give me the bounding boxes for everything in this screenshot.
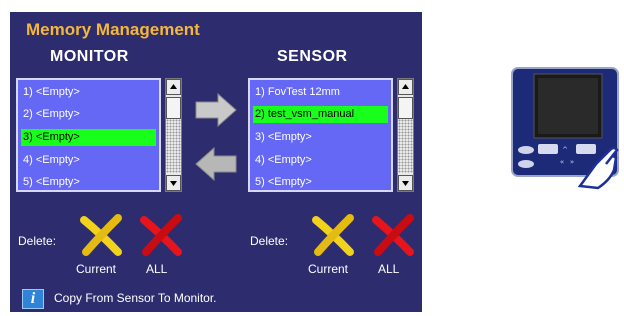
sensor-scroll-down-button[interactable] xyxy=(398,175,413,191)
triangle-up-icon xyxy=(170,84,177,89)
sensor-scroll-up-button[interactable] xyxy=(398,79,413,95)
monitor-item-5[interactable]: 5) <Empty> xyxy=(21,174,80,191)
info-icon: i xyxy=(22,289,44,309)
monitor-item-2[interactable]: 2) <Empty> xyxy=(21,106,80,123)
panel-title: Memory Management xyxy=(26,20,200,39)
sensor-heading: SENSOR xyxy=(277,48,348,65)
delete-current-icon[interactable] xyxy=(78,214,124,256)
sensor-scrollbar[interactable] xyxy=(397,78,414,192)
monitor-scrollbar[interactable] xyxy=(165,78,182,192)
sensor-scroll-track[interactable] xyxy=(398,119,413,173)
monitor-all-label[interactable]: ALL xyxy=(146,262,167,276)
triangle-down-icon xyxy=(402,181,409,186)
monitor-scroll-track[interactable] xyxy=(166,119,181,173)
svg-text:^: ^ xyxy=(562,146,568,154)
sensor-item-1[interactable]: 1) FovTest 12mm xyxy=(253,84,340,101)
sensor-list[interactable]: 1) FovTest 12mm 2) test_vsm_manual 3) <E… xyxy=(248,78,393,192)
triangle-up-icon xyxy=(402,84,409,89)
triangle-down-icon xyxy=(170,181,177,186)
arrow-right-icon[interactable] xyxy=(194,92,238,128)
monitor-delete-label: Delete: xyxy=(18,234,57,248)
monitor-item-4[interactable]: 4) <Empty> xyxy=(21,152,80,169)
delete-all-icon[interactable] xyxy=(370,214,416,256)
monitor-item-3[interactable]: 3) <Empty> xyxy=(21,129,156,146)
svg-text:»: » xyxy=(570,158,574,166)
sensor-current-label[interactable]: Current xyxy=(308,262,348,276)
sensor-scroll-thumb[interactable] xyxy=(398,97,413,119)
monitor-scroll-down-button[interactable] xyxy=(166,175,181,191)
arrow-left-icon[interactable] xyxy=(194,146,238,182)
memory-management-panel: Memory Management MONITOR 1) <Empty> 2) … xyxy=(10,12,422,312)
delete-current-icon[interactable] xyxy=(310,214,356,256)
monitor-list[interactable]: 1) <Empty> 2) <Empty> 3) <Empty> 4) <Emp… xyxy=(16,78,161,192)
monitor-heading: MONITOR xyxy=(50,48,129,65)
delete-all-icon[interactable] xyxy=(138,214,184,256)
monitor-item-1[interactable]: 1) <Empty> xyxy=(21,84,80,101)
monitor-scroll-up-button[interactable] xyxy=(166,79,181,95)
monitor-current-label[interactable]: Current xyxy=(76,262,116,276)
sensor-item-4[interactable]: 4) <Empty> xyxy=(253,152,312,169)
svg-text:«: « xyxy=(560,158,564,166)
sensor-item-5[interactable]: 5) <Empty> xyxy=(253,174,312,191)
device-icon: ^ « » xyxy=(511,67,619,190)
monitor-scroll-thumb[interactable] xyxy=(166,97,181,119)
sensor-delete-label: Delete: xyxy=(250,234,289,248)
sensor-all-label[interactable]: ALL xyxy=(378,262,399,276)
status-message: Copy From Sensor To Monitor. xyxy=(54,291,217,305)
sensor-item-2[interactable]: 2) test_vsm_manual xyxy=(253,106,388,123)
sensor-item-3[interactable]: 3) <Empty> xyxy=(253,129,312,146)
